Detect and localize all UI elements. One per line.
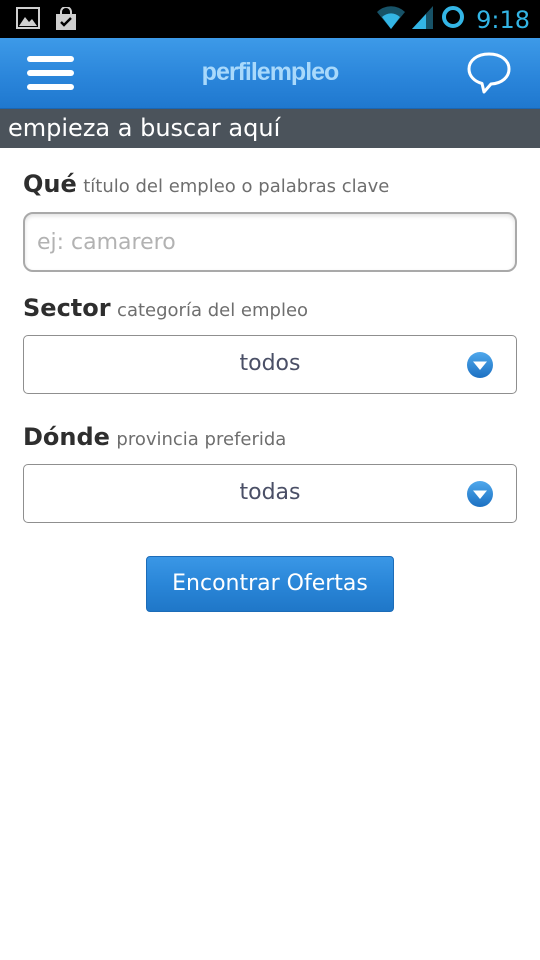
status-left-icons xyxy=(16,6,78,36)
sector-select-value: todos xyxy=(239,351,301,376)
sector-label-hint: categoría del empleo xyxy=(117,300,309,321)
donde-label: Dónde provincia preferida xyxy=(23,423,286,451)
province-select[interactable]: todas xyxy=(23,464,517,523)
signal-icon xyxy=(412,4,434,35)
sector-select[interactable]: todos xyxy=(23,335,517,394)
find-offers-button[interactable]: Encontrar Ofertas xyxy=(146,556,394,612)
speech-bubble-icon[interactable] xyxy=(466,51,512,95)
app-header: perfilempleo xyxy=(0,38,540,109)
province-select-value: todas xyxy=(239,480,301,505)
shopping-bag-icon xyxy=(54,6,78,36)
sector-label-main: Sector xyxy=(23,294,111,322)
chevron-down-icon xyxy=(466,480,494,508)
image-icon xyxy=(16,7,40,36)
que-label-main: Qué xyxy=(23,170,77,198)
wifi-icon xyxy=(376,4,406,35)
donde-label-main: Dónde xyxy=(23,423,110,451)
status-bar: 9:18 xyxy=(0,0,540,38)
subheader-title: empieza a buscar aquí xyxy=(0,109,540,148)
donde-label-hint: provincia preferida xyxy=(116,429,287,450)
status-time: 9:18 xyxy=(476,5,530,34)
sector-label: Sector categoría del empleo xyxy=(23,294,308,322)
sync-ring-icon xyxy=(440,4,466,35)
que-label: Qué título del empleo o palabras clave xyxy=(23,170,389,198)
keyword-search-input[interactable] xyxy=(23,212,517,272)
que-label-hint: título del empleo o palabras clave xyxy=(83,176,390,197)
brand-logo: perfilempleo xyxy=(201,58,340,86)
status-right-icons: 9:18 xyxy=(376,4,530,35)
chevron-down-icon xyxy=(466,351,494,379)
